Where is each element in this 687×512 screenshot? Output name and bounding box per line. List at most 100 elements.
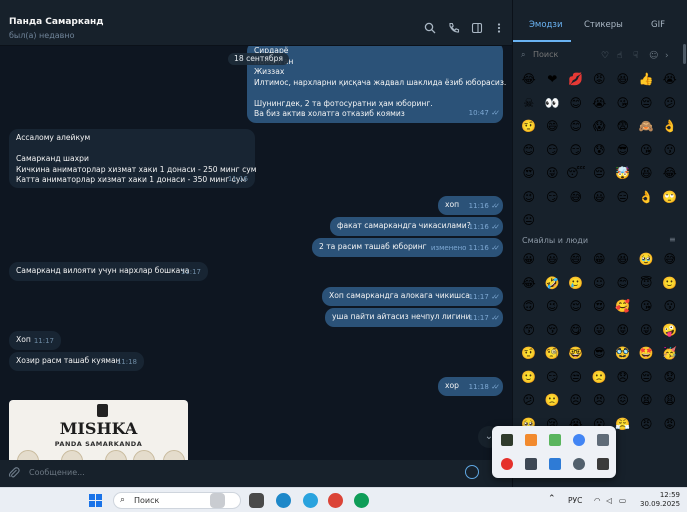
emoji-item[interactable]: ☺: [588, 272, 612, 296]
thumb-up-category-icon[interactable]: ☝: [617, 51, 622, 61]
nvidia-icon[interactable]: [501, 434, 513, 446]
emoji-item[interactable]: 😃: [588, 186, 612, 210]
emoji-item[interactable]: 😊: [611, 272, 635, 296]
more-icon[interactable]: [493, 22, 505, 34]
emoji-item[interactable]: ❤: [541, 68, 565, 92]
emoji-item[interactable]: 😔: [588, 162, 612, 186]
emoji-item[interactable]: 😆: [611, 248, 635, 272]
emoji-item[interactable]: 😏: [541, 366, 565, 390]
message-outgoing[interactable]: 2 та расим ташаб юборинг изменено 11:16 …: [312, 238, 503, 257]
emoji-item[interactable]: 😍: [588, 295, 612, 319]
emoji-item[interactable]: 🧐: [541, 342, 565, 366]
battery-icon[interactable]: ▭: [619, 496, 626, 505]
heart-category-icon[interactable]: ♡: [601, 51, 609, 61]
emoji-item[interactable]: 😅: [658, 248, 682, 272]
emoji-item[interactable]: 😏: [541, 186, 565, 210]
layers-tray-icon[interactable]: [549, 434, 561, 446]
message-incoming[interactable]: Ассалому алейкум Самарканд шахри Кичкина…: [9, 129, 256, 188]
message-input[interactable]: [29, 468, 229, 477]
chrome-icon[interactable]: [328, 493, 343, 508]
message-outgoing[interactable]: хор 11:18 ✓✓: [438, 377, 503, 396]
emoji-item[interactable]: 😏: [564, 139, 588, 163]
emoji-item[interactable]: 😨: [611, 115, 635, 139]
emoji-item[interactable]: 🤪: [658, 319, 682, 343]
thumb-down-category-icon[interactable]: ☟: [633, 51, 638, 61]
wifi-icon[interactable]: ◠: [594, 496, 601, 505]
emoji-item[interactable]: 😕: [658, 92, 682, 116]
emoji-item[interactable]: ☠: [517, 92, 541, 116]
emoji-item[interactable]: 😘: [635, 295, 659, 319]
more-categories-icon[interactable]: ›: [665, 51, 669, 61]
telegram-tray-icon[interactable]: [525, 458, 537, 470]
emoji-item[interactable]: 😛: [588, 319, 612, 343]
emoji-item[interactable]: 😊: [564, 92, 588, 116]
message-incoming[interactable]: Хоп 11:17: [9, 331, 61, 350]
emoji-item[interactable]: 😏: [541, 139, 565, 163]
emoji-item[interactable]: 😖: [611, 389, 635, 413]
network-tray-icon[interactable]: [573, 458, 585, 470]
display-tray-icon[interactable]: [597, 458, 609, 470]
emoji-item[interactable]: 😚: [541, 319, 565, 343]
emoji-item[interactable]: 🙂: [517, 366, 541, 390]
emoji-item[interactable]: 😌: [564, 295, 588, 319]
emoji-item[interactable]: 😝: [611, 319, 635, 343]
emoji-item[interactable]: 😜: [635, 319, 659, 343]
emoji-item[interactable]: 😂: [517, 68, 541, 92]
emoji-item[interactable]: 😆: [611, 68, 635, 92]
message-outgoing[interactable]: факат самаркандга чикасилами? 11:16 ✓✓: [330, 217, 503, 236]
emoji-item[interactable]: 😡: [658, 413, 682, 437]
google-drive-icon[interactable]: [573, 434, 585, 446]
emoji-item[interactable]: 😘: [635, 139, 659, 163]
emoji-item[interactable]: 😔: [635, 92, 659, 116]
usb-icon[interactable]: [597, 434, 609, 446]
emoji-item[interactable]: 😆: [635, 162, 659, 186]
chevron-up-icon[interactable]: ⌃: [548, 494, 556, 504]
emoji-item[interactable]: 😫: [635, 389, 659, 413]
emoji-item[interactable]: 😡: [588, 68, 612, 92]
telegram-icon[interactable]: [303, 493, 318, 508]
emoji-item[interactable]: 😠: [635, 413, 659, 437]
emoji-item[interactable]: 🥸: [611, 342, 635, 366]
emoji-item[interactable]: 😗: [658, 139, 682, 163]
emoji-item[interactable]: 😀: [517, 248, 541, 272]
emoji-item[interactable]: 😟: [658, 366, 682, 390]
emoji-item[interactable]: 😣: [588, 389, 612, 413]
emoji-item[interactable]: 🥰: [611, 295, 635, 319]
emoji-item[interactable]: 😙: [517, 319, 541, 343]
emoji-item[interactable]: 😘: [611, 92, 635, 116]
emoji-item[interactable]: 😔: [635, 366, 659, 390]
tab-stickers[interactable]: Стикеры: [584, 20, 623, 30]
emoji-search-input[interactable]: [533, 50, 593, 59]
emoji-item[interactable]: 🙄: [658, 186, 682, 210]
emoji-item[interactable]: 🙃: [517, 295, 541, 319]
emoji-item[interactable]: 😭: [658, 68, 682, 92]
emoji-item[interactable]: 👀: [541, 92, 565, 116]
emoji-item[interactable]: 😄: [541, 115, 565, 139]
tab-gif[interactable]: GIF: [651, 20, 665, 30]
emoji-item[interactable]: 🤩: [635, 342, 659, 366]
message-outgoing[interactable]: уша пайти айтасиз нечпул лигини 11:17 ✓✓: [325, 308, 503, 327]
emoji-item[interactable]: 😞: [611, 366, 635, 390]
emoji-item[interactable]: 🥳: [658, 342, 682, 366]
language-indicator[interactable]: РУС: [568, 496, 582, 505]
emoji-item[interactable]: 🤣: [541, 272, 565, 296]
taskbar-app-icon[interactable]: [210, 493, 225, 508]
emoji-item[interactable]: 😉: [517, 186, 541, 210]
phone-icon[interactable]: [448, 22, 460, 34]
emoji-item[interactable]: 😋: [564, 319, 588, 343]
emoji-item[interactable]: 😎: [611, 139, 635, 163]
smile-category-icon[interactable]: ☺: [649, 51, 658, 61]
emoji-item[interactable]: 😰: [588, 139, 612, 163]
dropbox-icon[interactable]: [549, 458, 561, 470]
emoji-item[interactable]: 😩: [658, 389, 682, 413]
collapse-icon[interactable]: ≡: [669, 235, 676, 244]
emoji-item[interactable]: 🥹: [635, 248, 659, 272]
emoji-item[interactable]: 😭: [588, 92, 612, 116]
emoji-item[interactable]: 😅: [564, 186, 588, 210]
emoji-item[interactable]: 🥲: [564, 272, 588, 296]
emoji-item[interactable]: 🤓: [564, 342, 588, 366]
emoji-item[interactable]: 👍: [635, 68, 659, 92]
app-tray-icon[interactable]: [525, 434, 537, 446]
emoji-item[interactable]: 😁: [588, 248, 612, 272]
emoji-item[interactable]: 😴: [564, 162, 588, 186]
